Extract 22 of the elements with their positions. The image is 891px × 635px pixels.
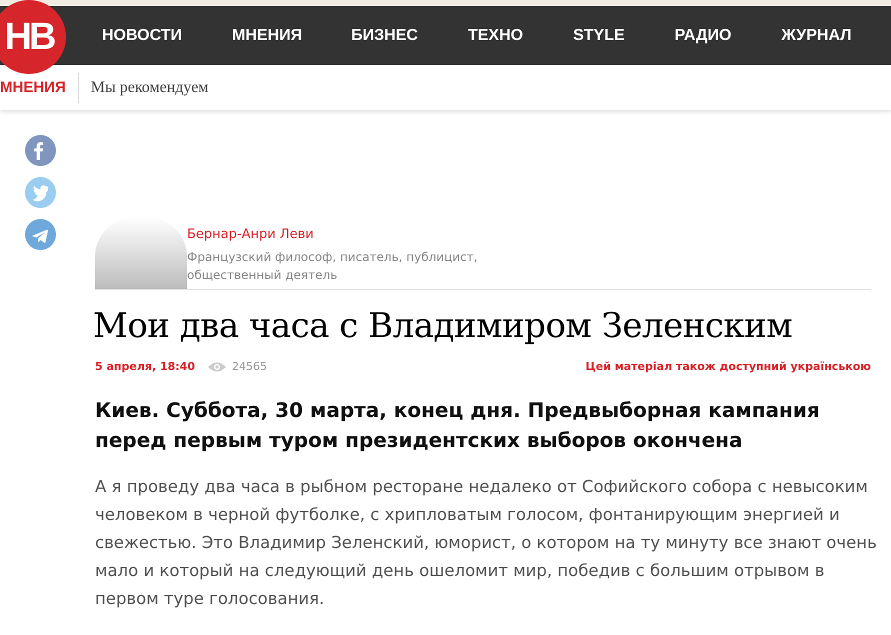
nav-link[interactable]: РАДИО [674, 26, 732, 44]
nav-link[interactable]: НОВОСТИ [102, 26, 182, 44]
translation-link[interactable]: Цей матеріал також доступний українською [586, 360, 871, 373]
article-lead: Киев. Суббота, 30 марта, конец дня. Предвыборная кампания перед первым туром президентских выборов окончена [95, 397, 821, 454]
nav-link[interactable]: ТЕХНО [468, 26, 524, 44]
author-bio: Французский философ, писатель, публицист, общественный деятель [187, 249, 478, 284]
nav-link[interactable]: БИЗНЕС [351, 26, 418, 44]
section-link[interactable]: МНЕНИЯ [0, 72, 79, 102]
telegram-icon[interactable] [25, 219, 56, 250]
article-paragraph: А я проведу два часа в рыбном ресторане недалеко от Софийского собора с невысоким человеком в черной футболке, с хрипловатым голосом, фонтанирующим энергией и свежестью. Это Владимир Зеленский, юморист, о котором на ту минуту все знают очень мало и который на следующий день ошеломит мир, победив с большим отрывом в первом туре голосования. [95, 476, 878, 610]
nav-link[interactable]: STYLE [573, 26, 625, 44]
article-title: Мои два часа с Владимиром Зеленским [93, 306, 794, 346]
view-count: 24565 [232, 360, 267, 373]
twitter-icon[interactable] [25, 177, 56, 208]
nav-link[interactable]: МНЕНИЯ [232, 26, 302, 44]
nav-link[interactable]: ЖУРНАЛ [781, 26, 852, 44]
facebook-icon[interactable] [25, 135, 56, 166]
author-name[interactable]: Бернар-Анри Леви [187, 227, 517, 242]
publish-date: 5 апреля, 18:40 [95, 360, 195, 373]
eye-icon [206, 360, 227, 372]
recommend-link[interactable]: Мы рекомендуем [90, 78, 208, 96]
site-logo[interactable]: НВ [0, 0, 66, 74]
